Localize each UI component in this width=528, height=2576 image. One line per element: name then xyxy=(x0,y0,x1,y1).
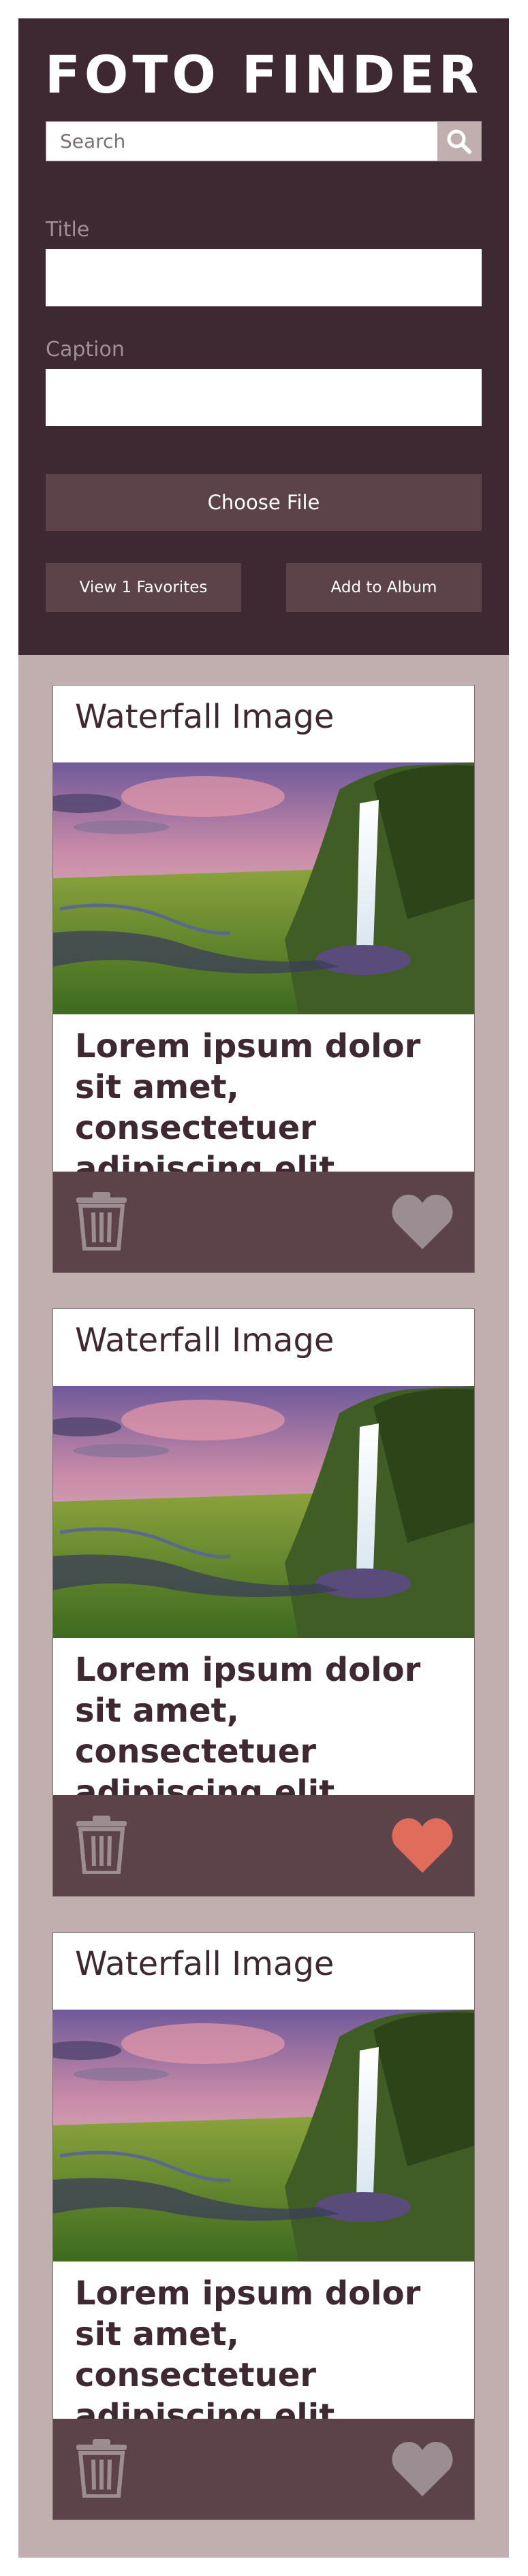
title-label: Title xyxy=(46,218,90,242)
choose-file-button[interactable]: Choose File xyxy=(46,474,482,531)
trash-icon[interactable] xyxy=(74,2439,129,2498)
heart-icon[interactable] xyxy=(391,1192,454,1251)
search-input[interactable] xyxy=(46,122,438,161)
heart-icon[interactable] xyxy=(391,2439,454,2498)
waterfall-image xyxy=(53,2010,474,2261)
photo-card: Waterfall Image Lorem ipsum dolor sit am… xyxy=(52,685,475,1273)
search-icon xyxy=(447,129,471,154)
trash-icon[interactable] xyxy=(74,1192,129,1251)
card-actions xyxy=(53,1795,474,1896)
card-title: Waterfall Image xyxy=(75,698,335,736)
app-container: FOTO FINDER Title Caption xyxy=(18,18,509,2558)
photo-card: Waterfall Image Lorem ipsum dolor sit am… xyxy=(52,1308,475,1897)
logo: FOTO FINDER xyxy=(44,40,483,108)
logo-text-finder: FINDER xyxy=(241,44,483,105)
waterfall-image xyxy=(53,1386,474,1638)
card-actions xyxy=(53,2419,474,2519)
caption-label: Caption xyxy=(46,338,125,361)
search-bar xyxy=(46,121,482,161)
add-to-album-button[interactable]: Add to Album xyxy=(286,563,482,612)
caption-field[interactable] xyxy=(46,369,482,426)
logo-text-foto: FOTO xyxy=(44,44,220,105)
card-caption: Lorem ipsum dolor sit amet, consectetuer… xyxy=(75,1651,421,1812)
waterfall-image xyxy=(53,762,474,1014)
photo-card: Waterfall Image Lorem ipsum dolor sit am… xyxy=(52,1932,475,2520)
view-favorites-button[interactable]: View 1 Favorites xyxy=(46,563,241,612)
search-button[interactable] xyxy=(437,122,481,161)
card-title: Waterfall Image xyxy=(75,1945,335,1983)
title-field[interactable] xyxy=(46,249,482,306)
card-title: Waterfall Image xyxy=(75,1321,335,1359)
card-caption: Lorem ipsum dolor sit amet, consectetuer… xyxy=(75,2274,421,2435)
card-caption: Lorem ipsum dolor sit amet, consectetuer… xyxy=(75,1027,421,1188)
heart-icon[interactable] xyxy=(391,1816,454,1874)
card-actions xyxy=(53,1172,474,1272)
header-panel: FOTO FINDER Title Caption xyxy=(18,18,509,655)
trash-icon[interactable] xyxy=(74,1816,129,1874)
